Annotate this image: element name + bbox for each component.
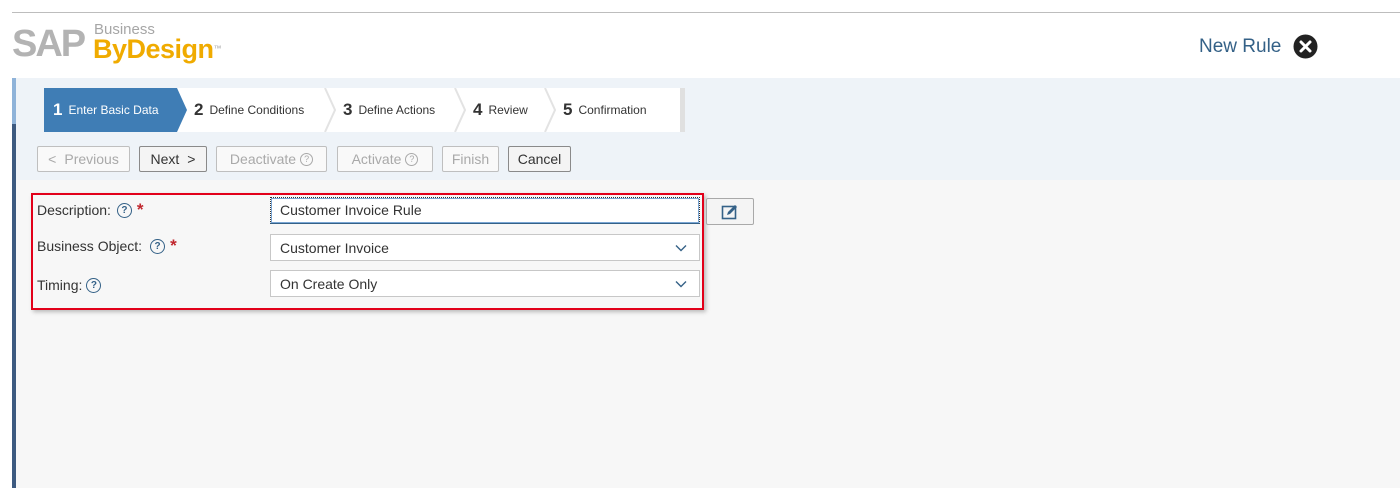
step-label: Define Conditions bbox=[209, 103, 305, 117]
roadmap-step-review[interactable]: 4 Review bbox=[473, 88, 528, 132]
next-button[interactable]: Next > bbox=[139, 146, 207, 172]
window-title: New Rule bbox=[1199, 36, 1282, 57]
roadmap-step-enter-basic-data[interactable]: 1 Enter Basic Data bbox=[44, 88, 177, 132]
description-label-text: Description: bbox=[37, 202, 111, 218]
step-separator bbox=[454, 88, 466, 132]
step-label: Review bbox=[488, 103, 528, 117]
deactivate-button[interactable]: Deactivate ? bbox=[216, 146, 327, 172]
chevron-down-icon[interactable] bbox=[675, 242, 687, 254]
step-number: 3 bbox=[343, 100, 353, 119]
activate-label: Activate bbox=[351, 151, 402, 167]
help-icon: ? bbox=[300, 152, 314, 166]
step-separator bbox=[324, 88, 336, 132]
business-object-value: Customer Invoice bbox=[280, 239, 389, 256]
finish-button[interactable]: Finish bbox=[442, 146, 499, 172]
cancel-button[interactable]: Cancel bbox=[508, 146, 571, 172]
help-icon[interactable]: ? bbox=[150, 238, 166, 254]
step-number: 2 bbox=[194, 100, 204, 119]
timing-value: On Create Only bbox=[280, 275, 378, 292]
logo-bydesign-word: ByDesign bbox=[93, 34, 214, 64]
deactivate-label: Deactivate bbox=[229, 151, 297, 167]
edit-text-button[interactable] bbox=[706, 198, 754, 225]
chevron-left-icon: < bbox=[48, 151, 57, 167]
step-number: 1 bbox=[53, 100, 63, 119]
guided-activity-roadmap: 1 Enter Basic Data 2 Define Conditions 3… bbox=[44, 88, 685, 132]
business-object-label-text: Business Object: bbox=[37, 238, 143, 254]
description-input[interactable]: Customer Invoice Rule bbox=[270, 197, 700, 224]
chevron-down-icon[interactable] bbox=[675, 278, 687, 290]
next-label: Next bbox=[150, 151, 180, 167]
logo-sap-text: SAP bbox=[12, 23, 86, 65]
activate-button[interactable]: Activate ? bbox=[337, 146, 433, 172]
timing-label: Timing: ? bbox=[37, 277, 102, 293]
business-object-label: Business Object: ? * bbox=[37, 236, 177, 255]
step-label: Confirmation bbox=[578, 103, 647, 117]
left-accent-highlight bbox=[12, 78, 16, 124]
top-divider bbox=[12, 12, 1400, 13]
step-number: 4 bbox=[473, 100, 483, 119]
step-arrow-active bbox=[177, 88, 187, 132]
logo-trademark: ™ bbox=[213, 44, 222, 53]
chevron-right-icon: > bbox=[187, 151, 196, 167]
cancel-label: Cancel bbox=[517, 151, 562, 167]
step-label: Define Actions bbox=[358, 103, 436, 117]
previous-button[interactable]: < Previous bbox=[37, 146, 130, 172]
previous-label: Previous bbox=[64, 151, 119, 167]
step-separator bbox=[544, 88, 556, 132]
sap-bydesign-logo: SAP Business ByDesign™ bbox=[12, 22, 222, 66]
roadmap-step-define-conditions[interactable]: 2 Define Conditions bbox=[194, 88, 304, 132]
edit-icon bbox=[721, 204, 737, 219]
page: SAP Business ByDesign™ New Rule 1 Enter … bbox=[0, 0, 1400, 495]
roadmap-step-define-actions[interactable]: 3 Define Actions bbox=[343, 88, 435, 132]
left-accent-bar bbox=[12, 78, 16, 488]
required-marker: * bbox=[170, 236, 177, 255]
business-object-select[interactable]: Customer Invoice bbox=[270, 234, 700, 261]
step-number: 5 bbox=[563, 100, 573, 119]
roadmap-step-confirmation[interactable]: 5 Confirmation bbox=[563, 88, 647, 132]
required-marker: * bbox=[136, 200, 144, 219]
help-icon: ? bbox=[405, 152, 419, 166]
help-icon[interactable]: ? bbox=[86, 277, 102, 293]
help-icon[interactable]: ? bbox=[116, 202, 132, 218]
step-label: Enter Basic Data bbox=[68, 103, 159, 117]
timing-select[interactable]: On Create Only bbox=[270, 270, 700, 297]
description-label: Description: ? * bbox=[37, 200, 144, 219]
logo-bydesign-text: ByDesign™ bbox=[93, 34, 222, 64]
close-icon[interactable] bbox=[1293, 34, 1318, 59]
description-value: Customer Invoice Rule bbox=[280, 202, 422, 218]
finish-label: Finish bbox=[451, 151, 490, 167]
timing-label-text: Timing: bbox=[37, 277, 83, 293]
